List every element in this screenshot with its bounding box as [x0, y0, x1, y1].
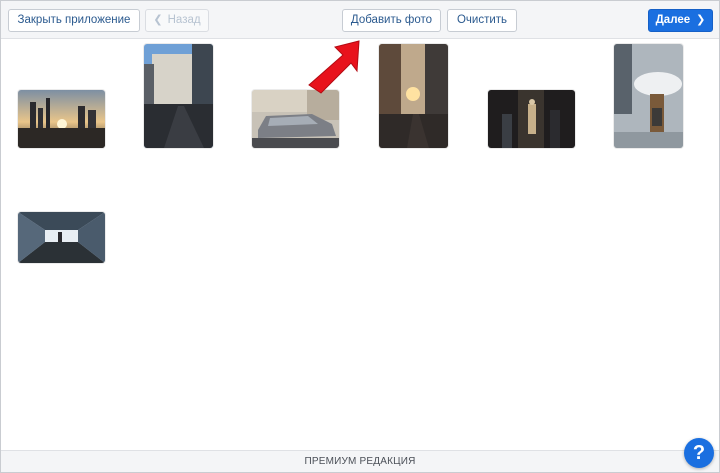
photo-thumbnail[interactable]: [379, 44, 448, 148]
close-app-button[interactable]: Закрыть приложение: [8, 9, 140, 32]
app-window: Закрыть приложение ❮ Назад Добавить фото …: [0, 0, 720, 473]
toolbar: Закрыть приложение ❮ Назад Добавить фото …: [1, 1, 719, 39]
photo-thumbnail[interactable]: [614, 44, 683, 148]
chevron-left-icon: ❮: [153, 14, 163, 26]
photo-thumbnail[interactable]: [144, 44, 213, 148]
add-photo-label: Добавить фото: [350, 14, 433, 26]
next-label: Далее: [655, 14, 691, 26]
next-button[interactable]: Далее ❯: [648, 9, 713, 32]
clear-button[interactable]: Очистить: [447, 9, 517, 32]
photo-thumbnail[interactable]: [18, 212, 105, 263]
add-photo-button[interactable]: Добавить фото: [342, 9, 441, 32]
close-app-label: Закрыть приложение: [17, 14, 131, 26]
photo-thumbnail[interactable]: [18, 90, 105, 148]
photo-thumbnail[interactable]: [488, 90, 575, 148]
chevron-right-icon: ❯: [696, 14, 706, 26]
edition-label: ПРЕМИУМ РЕДАКЦИЯ: [304, 456, 416, 467]
back-button[interactable]: ❮ Назад: [145, 9, 209, 32]
help-label: ?: [692, 442, 706, 464]
edition-footer: ПРЕМИУМ РЕДАКЦИЯ: [1, 450, 719, 472]
back-label: Назад: [167, 14, 201, 26]
clear-label: Очистить: [456, 14, 508, 26]
help-icon[interactable]: ?: [684, 438, 714, 468]
red-arrow-annotation: [301, 35, 373, 97]
photo-thumbnail[interactable]: [252, 90, 339, 148]
